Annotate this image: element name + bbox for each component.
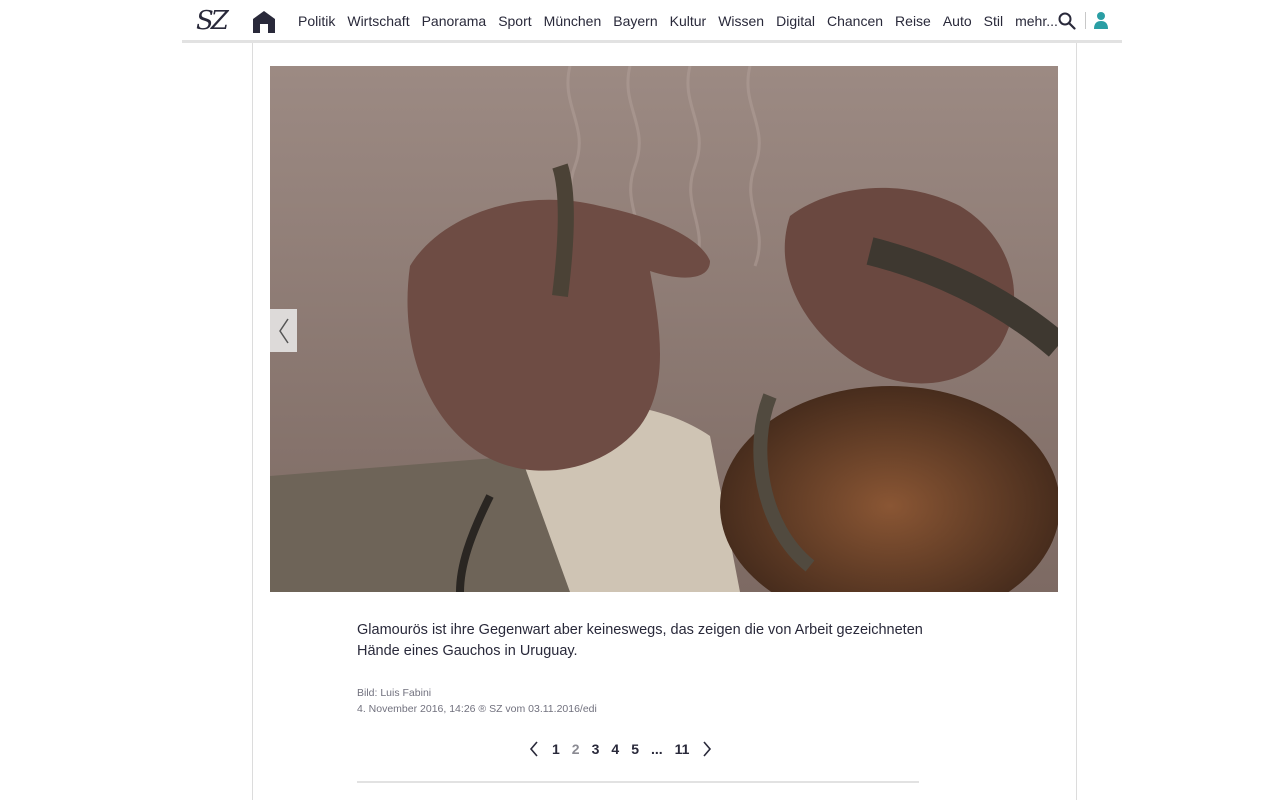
- photo-caption: Glamourös ist ihre Gegenwart aber keines…: [357, 622, 923, 659]
- nav-item-panorama[interactable]: Panorama: [416, 0, 493, 43]
- search-icon[interactable]: [1058, 12, 1076, 30]
- page-ellipsis: ...: [650, 741, 663, 757]
- sz-logo[interactable]: SZ: [196, 6, 229, 36]
- page-link-5[interactable]: 5: [625, 741, 645, 757]
- nav-item-stil[interactable]: Stil: [978, 0, 1009, 43]
- nav-item-more[interactable]: mehr...: [1009, 0, 1064, 43]
- nav-item-politik[interactable]: Politik: [298, 0, 341, 43]
- header-separator: [1085, 12, 1086, 29]
- chevron-left-icon: [529, 741, 538, 757]
- page-link-11[interactable]: 11: [669, 741, 696, 757]
- pager-next-button[interactable]: [695, 737, 719, 761]
- site-header: SZ Politik Wirtschaft Panorama Sport Mün…: [182, 0, 1122, 43]
- photo-credit: Bild: Luis Fabini: [357, 687, 432, 699]
- nav-item-auto[interactable]: Auto: [937, 0, 978, 43]
- nav-item-digital[interactable]: Digital: [770, 0, 821, 43]
- nav-item-reise[interactable]: Reise: [889, 0, 937, 43]
- chevron-right-icon: [703, 741, 712, 757]
- nav-item-muenchen[interactable]: München: [538, 0, 608, 43]
- photo-credit-block: Bild: Luis Fabini 4. November 2016, 14:2…: [357, 685, 757, 717]
- nav-item-chancen[interactable]: Chancen: [821, 0, 889, 43]
- pager-prev-button[interactable]: [522, 737, 546, 761]
- home-icon[interactable]: [252, 10, 276, 34]
- page-link-2-current[interactable]: 2: [566, 741, 586, 757]
- gallery-pagination: 1 2 3 4 5 ... 11: [522, 737, 719, 761]
- page-link-3[interactable]: 3: [586, 741, 606, 757]
- nav-item-kultur[interactable]: Kultur: [664, 0, 713, 43]
- chevron-left-icon: [278, 318, 289, 343]
- gallery-prev-button[interactable]: [270, 309, 297, 352]
- nav-item-wissen[interactable]: Wissen: [712, 0, 770, 43]
- main-nav: Politik Wirtschaft Panorama Sport Münche…: [298, 0, 1064, 43]
- nav-item-wirtschaft[interactable]: Wirtschaft: [341, 0, 415, 43]
- divider: [357, 781, 919, 783]
- nav-item-bayern[interactable]: Bayern: [607, 0, 663, 43]
- page-link-1[interactable]: 1: [546, 741, 566, 757]
- nav-item-sport[interactable]: Sport: [492, 0, 537, 43]
- dateline: 4. November 2016, 14:26 ® SZ vom 03.11.2…: [357, 703, 597, 715]
- gallery-photo: [270, 66, 1058, 592]
- page-link-4[interactable]: 4: [605, 741, 625, 757]
- user-account-icon[interactable]: [1093, 11, 1109, 29]
